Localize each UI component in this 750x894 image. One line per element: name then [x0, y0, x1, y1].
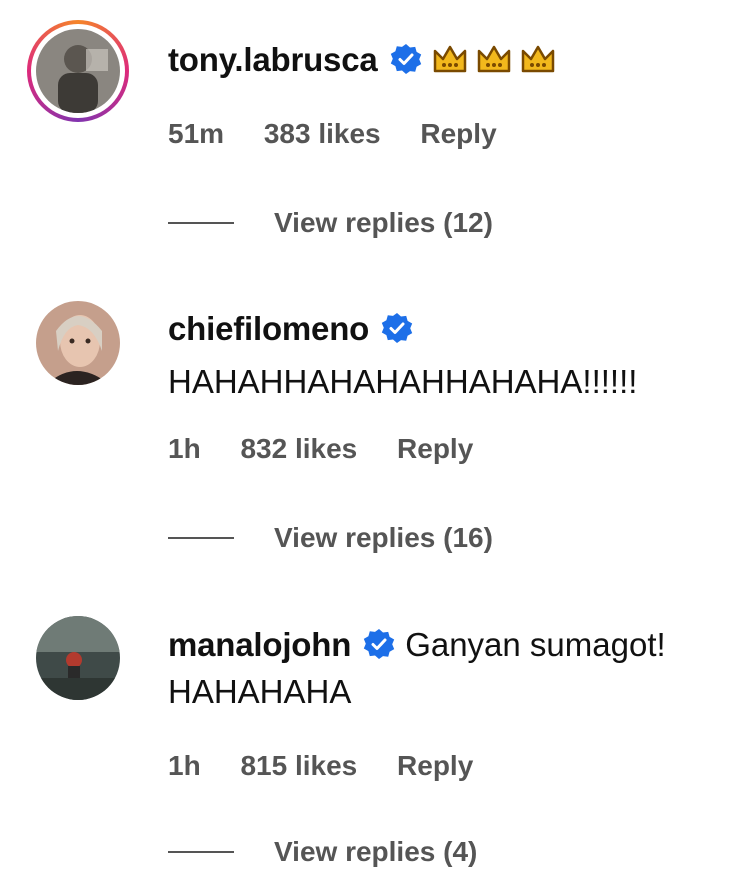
view-replies-label: View replies (16)	[274, 522, 493, 553]
replies-divider	[168, 222, 234, 224]
verified-badge-icon	[381, 312, 413, 344]
crown-emoji-icon	[476, 43, 512, 77]
comment-meta: 1h 832 likes Reply	[168, 433, 505, 465]
comment-time: 51m	[168, 118, 225, 149]
comment-text-line2: HAHAHAHA	[168, 673, 352, 710]
view-replies-button[interactable]: View replies (4)	[168, 836, 477, 868]
view-replies-label: View replies (4)	[274, 836, 478, 867]
replies-divider	[168, 851, 234, 853]
reply-button[interactable]: Reply	[420, 118, 496, 149]
avatar[interactable]	[36, 301, 120, 385]
view-replies-label: View replies (12)	[274, 207, 493, 238]
view-replies-button[interactable]: View replies (16)	[168, 522, 493, 554]
verified-badge-icon	[363, 628, 395, 660]
comment-time: 1h	[168, 433, 201, 464]
view-replies-button[interactable]: View replies (12)	[168, 207, 493, 239]
comment-meta: 1h 815 likes Reply	[168, 750, 505, 782]
comment-meta: 51m 383 likes Reply	[168, 118, 529, 150]
avatar-story-ring[interactable]	[27, 20, 129, 122]
verified-badge-icon	[390, 43, 422, 75]
reply-button[interactable]: Reply	[397, 433, 473, 464]
avatar	[36, 29, 120, 113]
comment-text: HAHAHHAHAHAHHAHAHA!!!!!!	[168, 363, 638, 400]
replies-divider	[168, 537, 234, 539]
comment-time: 1h	[168, 750, 201, 781]
comment-username[interactable]: manalojohn	[168, 626, 351, 663]
comment-username[interactable]: chiefilomeno	[168, 310, 369, 347]
comment-text: Ganyan sumagot!	[405, 626, 666, 663]
crown-emoji-icon	[520, 43, 556, 77]
comment-username[interactable]: tony.labrusca	[168, 41, 378, 78]
comment-likes[interactable]: 832 likes	[240, 433, 357, 464]
crown-emoji-icon	[432, 43, 468, 77]
comment-likes[interactable]: 383 likes	[264, 118, 381, 149]
avatar[interactable]	[36, 616, 120, 700]
comment-likes[interactable]: 815 likes	[240, 750, 357, 781]
reply-button[interactable]: Reply	[397, 750, 473, 781]
